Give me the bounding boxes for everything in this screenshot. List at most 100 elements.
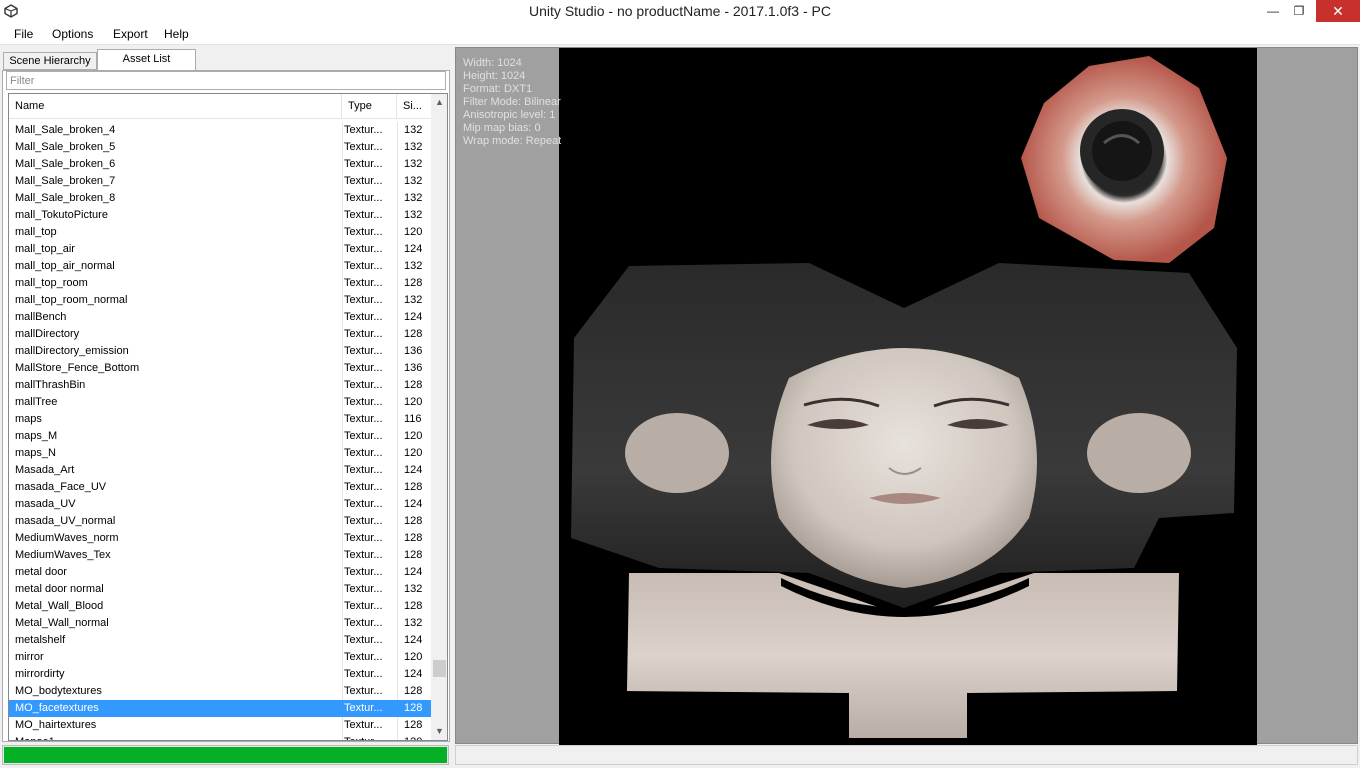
list-item-name: mallThrashBin (15, 379, 86, 391)
list-item-type: Textur... (344, 311, 383, 323)
texture-info-line: Wrap mode: Repeat (463, 135, 562, 147)
list-item[interactable]: MO_bodytextures Textur... 128 (9, 683, 431, 700)
list-item[interactable]: Mall_Sale_broken_4 Textur... 132 (9, 122, 431, 139)
list-item[interactable]: maps_N Textur... 120 (9, 445, 431, 462)
list-item[interactable]: Metal_Wall_Blood Textur... 128 (9, 598, 431, 615)
list-item-type: Textur... (344, 719, 383, 731)
list-item[interactable]: maps_M Textur... 120 (9, 428, 431, 445)
list-item-size: 120 (404, 396, 423, 408)
list-item-name: Masada_Art (15, 464, 75, 476)
list-item[interactable]: metal door normal Textur... 132 (9, 581, 431, 598)
list-item[interactable]: mall_top_air_normal Textur... 132 (9, 258, 431, 275)
scroll-thumb[interactable] (433, 660, 446, 677)
list-item[interactable]: MediumWaves_Tex Textur... 128 (9, 547, 431, 564)
list-item[interactable]: masada_UV Textur... 124 (9, 496, 431, 513)
list-item[interactable]: masada_Face_UV Textur... 128 (9, 479, 431, 496)
list-item[interactable]: mallDirectory Textur... 128 (9, 326, 431, 343)
list-item-type: Textur... (344, 651, 383, 663)
menu-export[interactable]: Export (113, 27, 148, 41)
list-item[interactable]: MediumWaves_norm Textur... 128 (9, 530, 431, 547)
menu-bar: File Options Export Help (0, 23, 1360, 45)
list-item[interactable]: mall_top_room Textur... 128 (9, 275, 431, 292)
column-header-name[interactable]: Name (9, 94, 342, 119)
column-header-type[interactable]: Type (342, 94, 397, 119)
list-item-size: 120 (404, 226, 423, 238)
texture-info: Width: 1024 Height: 1024 Format: DXT1 Filte… (463, 57, 561, 148)
list-item-type: Textur... (344, 702, 383, 714)
list-item-name: mall_top_room (15, 277, 88, 289)
list-item[interactable]: Mall_Sale_broken_8 Textur... 132 (9, 190, 431, 207)
list-item[interactable]: mall_TokutoPicture Textur... 132 (9, 207, 431, 224)
list-item[interactable]: Mall_Sale_broken_5 Textur... 132 (9, 139, 431, 156)
list-item-name: MO_bodytextures (15, 685, 102, 697)
window-title: Unity Studio - no productName - 2017.1.0… (529, 3, 831, 19)
filter-input[interactable] (6, 71, 446, 90)
tab-scene-hierarchy[interactable]: Scene Hierarchy (3, 52, 97, 70)
list-item-name: mall_top_air_normal (15, 260, 115, 272)
list-item[interactable]: Metal_Wall_normal Textur... 132 (9, 615, 431, 632)
list-item[interactable]: mall_top_room_normal Textur... 132 (9, 292, 431, 309)
scroll-up-arrow-icon[interactable]: ▲ (431, 94, 447, 111)
list-item[interactable]: MO_hairtextures Textur... 128 (9, 717, 431, 734)
list-item-type: Textur... (344, 294, 383, 306)
scroll-down-arrow-icon[interactable]: ▼ (431, 723, 447, 740)
list-item-name: mall_top_air (15, 243, 75, 255)
restore-button[interactable]: ❐ (1284, 0, 1314, 22)
list-item[interactable]: mallDirectory_emission Textur... 136 (9, 343, 431, 360)
list-item[interactable]: mirror Textur... 120 (9, 649, 431, 666)
vertical-scrollbar[interactable]: ▲ ▼ (431, 94, 447, 740)
tab-asset-list[interactable]: Asset List (97, 49, 196, 71)
list-item-size: 132 (404, 209, 423, 221)
close-button[interactable]: ✕ (1316, 0, 1360, 22)
list-item-type: Textur... (344, 481, 383, 493)
list-item-name: Metal_Wall_normal (15, 617, 109, 629)
list-item[interactable]: masada_UV_normal Textur... 128 (9, 513, 431, 530)
list-item-size: 132 (404, 158, 423, 170)
texture-info-line: Format: DXT1 (463, 83, 533, 95)
list-item[interactable]: mall_top Textur... 120 (9, 224, 431, 241)
menu-options[interactable]: Options (52, 27, 93, 41)
list-item-name: mall_top_room_normal (15, 294, 128, 306)
list-item-size: 132 (404, 192, 423, 204)
list-item[interactable]: Mall_Sale_broken_6 Textur... 132 (9, 156, 431, 173)
list-item-name: MO_hairtextures (15, 719, 97, 731)
texture-preview-panel: Width: 1024 Height: 1024 Format: DXT1 Filte… (455, 47, 1358, 745)
menu-help[interactable]: Help (164, 27, 189, 41)
list-item-size: 132 (404, 124, 423, 136)
list-item-size: 132 (404, 583, 423, 595)
list-item-size: 128 (404, 481, 423, 493)
list-item-name: mallDirectory_emission (15, 345, 129, 357)
list-item-name: mall_TokutoPicture (15, 209, 108, 221)
list-item[interactable]: Mall_Sale_broken_7 Textur... 132 (9, 173, 431, 190)
list-item[interactable]: mallTree Textur... 120 (9, 394, 431, 411)
list-item[interactable]: mallThrashBin Textur... 128 (9, 377, 431, 394)
menu-file[interactable]: File (14, 27, 33, 41)
list-item-size: 120 (404, 430, 423, 442)
column-header-size[interactable]: Si... (397, 94, 431, 119)
list-item[interactable]: mall_top_air Textur... 124 (9, 241, 431, 258)
list-item-type: Textur... (344, 362, 383, 374)
list-item-size: 128 (404, 328, 423, 340)
list-item-type: Textur... (344, 226, 383, 238)
list-item-type: Textur... (344, 158, 383, 170)
list-item[interactable]: Masada_Art Textur... 124 (9, 462, 431, 479)
list-item[interactable]: MallStore_Fence_Bottom Textur... 136 (9, 360, 431, 377)
list-item-size: 120 (404, 447, 423, 459)
list-item-size: 132 (404, 617, 423, 629)
asset-list-tab-body: Name Type Si... Mall_Sale_broken_4 Textur… (2, 70, 450, 742)
list-item[interactable]: metal door Textur... 124 (9, 564, 431, 581)
list-item[interactable]: metalshelf Textur... 124 (9, 632, 431, 649)
list-item[interactable]: Monoe1Textur... 120 (9, 734, 431, 740)
list-item[interactable]: maps Textur... 116 (9, 411, 431, 428)
list-item-name: MO_facetextures (15, 702, 99, 714)
list-item[interactable]: mallBench Textur... 124 (9, 309, 431, 326)
list-item-size: 124 (404, 634, 423, 646)
list-item-size: 132 (404, 294, 423, 306)
list-item[interactable]: mirrordirty Textur... 124 (9, 666, 431, 683)
list-item[interactable]: MO_facetextures Textur... 128 (9, 700, 431, 717)
list-item-name: Mall_Sale_broken_8 (15, 192, 116, 204)
list-item-size: 132 (404, 175, 423, 187)
list-item-type: Textur... (344, 617, 383, 629)
list-item-size: 120 (404, 734, 430, 740)
list-item-name: Mall_Sale_broken_5 (15, 141, 116, 153)
